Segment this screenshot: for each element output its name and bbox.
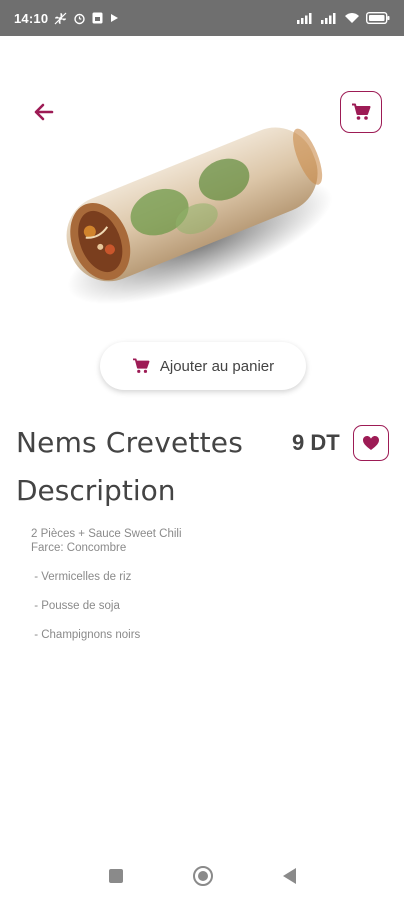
signal-icon [320,12,338,24]
description-line: - Vermicelles de riz [31,571,132,583]
product-name: Nems Crevettes [16,426,243,459]
favorite-button[interactable] [353,425,389,461]
cart-icon [351,103,371,121]
recents-button[interactable] [108,869,123,883]
alarm-icon [73,12,86,25]
product-price: 9 DT [292,430,340,455]
signal-icon [296,12,314,24]
description-line: - Champignons noirs [31,629,141,641]
back-button[interactable] [28,96,60,128]
system-back-button[interactable] [282,868,296,884]
arrow-left-icon [34,103,54,121]
status-left: 14:10 [14,11,119,26]
fan-icon [54,12,67,25]
system-nav-bar [0,852,404,900]
description-title: Description [16,474,176,507]
battery-icon [366,12,390,24]
description-line: - Pousse de soja [31,600,120,612]
add-to-cart-button[interactable]: Ajouter au panier [100,342,306,390]
status-time: 14:10 [14,10,49,26]
product-image [40,92,340,312]
cart-button[interactable] [340,91,382,133]
add-to-cart-label: Ajouter au panier [159,357,275,375]
home-icon [197,871,208,881]
wifi-icon [344,12,360,24]
description-line: 2 Pièces + Sauce Sweet Chili [31,528,182,540]
play-icon [109,13,119,23]
status-right [296,12,390,24]
description-line: Farce: Concombre [31,542,127,554]
heart-icon [362,435,380,451]
cart-icon [132,358,150,374]
status-bar: 14:10 [0,0,404,36]
description-text: 2 Pièces + Sauce Sweet Chili Farce: Conc… [31,527,182,642]
home-button[interactable] [192,866,213,886]
sim-icon [92,12,103,24]
